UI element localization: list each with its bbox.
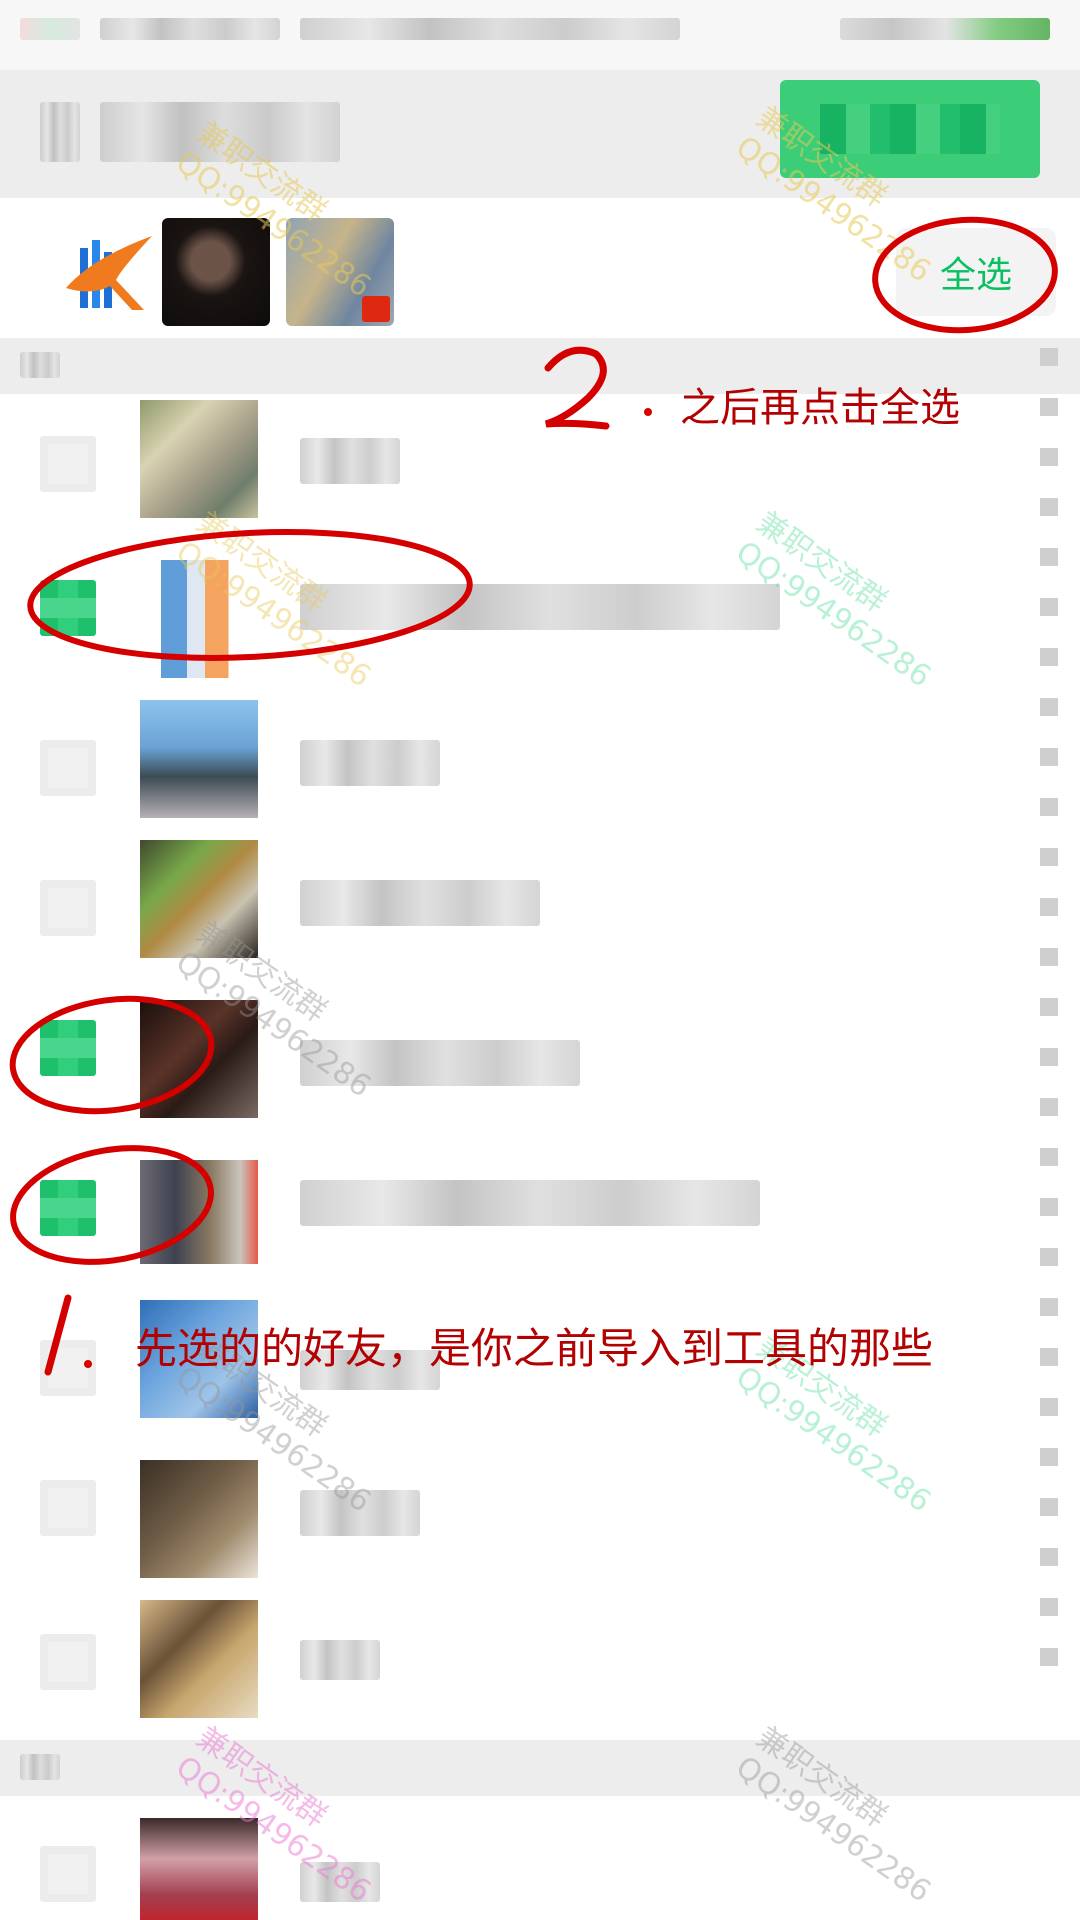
contact-checkbox[interactable] bbox=[40, 880, 96, 936]
contact-name bbox=[300, 1180, 760, 1226]
contact-name bbox=[300, 1640, 380, 1680]
contact-checkbox[interactable] bbox=[40, 436, 96, 492]
contact-avatar bbox=[140, 1460, 258, 1578]
contact-name bbox=[300, 880, 540, 926]
status-bar bbox=[0, 0, 1080, 70]
contact-row[interactable] bbox=[0, 694, 1040, 834]
contact-checkbox[interactable] bbox=[40, 1634, 96, 1690]
contact-row[interactable] bbox=[0, 834, 1040, 974]
contact-avatar bbox=[140, 700, 258, 818]
contact-avatar bbox=[140, 1600, 258, 1718]
alphabet-index-bar[interactable] bbox=[1040, 338, 1060, 1738]
contact-row[interactable] bbox=[0, 1594, 1040, 1734]
contact-checkbox[interactable] bbox=[40, 1340, 96, 1396]
contact-checkbox[interactable] bbox=[40, 1480, 96, 1536]
section-index-header bbox=[0, 1740, 1080, 1796]
contact-checkbox[interactable] bbox=[40, 1020, 96, 1076]
contact-checkbox[interactable] bbox=[40, 580, 96, 636]
contact-name bbox=[300, 438, 400, 484]
contact-avatar bbox=[140, 1818, 258, 1920]
contact-row[interactable] bbox=[0, 1134, 1040, 1274]
contact-avatar bbox=[140, 1160, 258, 1264]
back-icon[interactable] bbox=[40, 102, 80, 162]
annotation-step2-text: 之后再点击全选 bbox=[680, 385, 960, 431]
contact-checkbox[interactable] bbox=[40, 740, 96, 796]
selected-avatar-logo[interactable] bbox=[52, 218, 160, 326]
contact-checkbox[interactable] bbox=[40, 1180, 96, 1236]
contact-checkbox[interactable] bbox=[40, 1846, 96, 1902]
contact-row[interactable] bbox=[0, 994, 1040, 1134]
annotation-step1-text: 先选的的好友，是你之前导入到工具的那些 bbox=[135, 1324, 934, 1373]
contact-name bbox=[300, 740, 440, 786]
contact-avatar bbox=[140, 400, 258, 518]
